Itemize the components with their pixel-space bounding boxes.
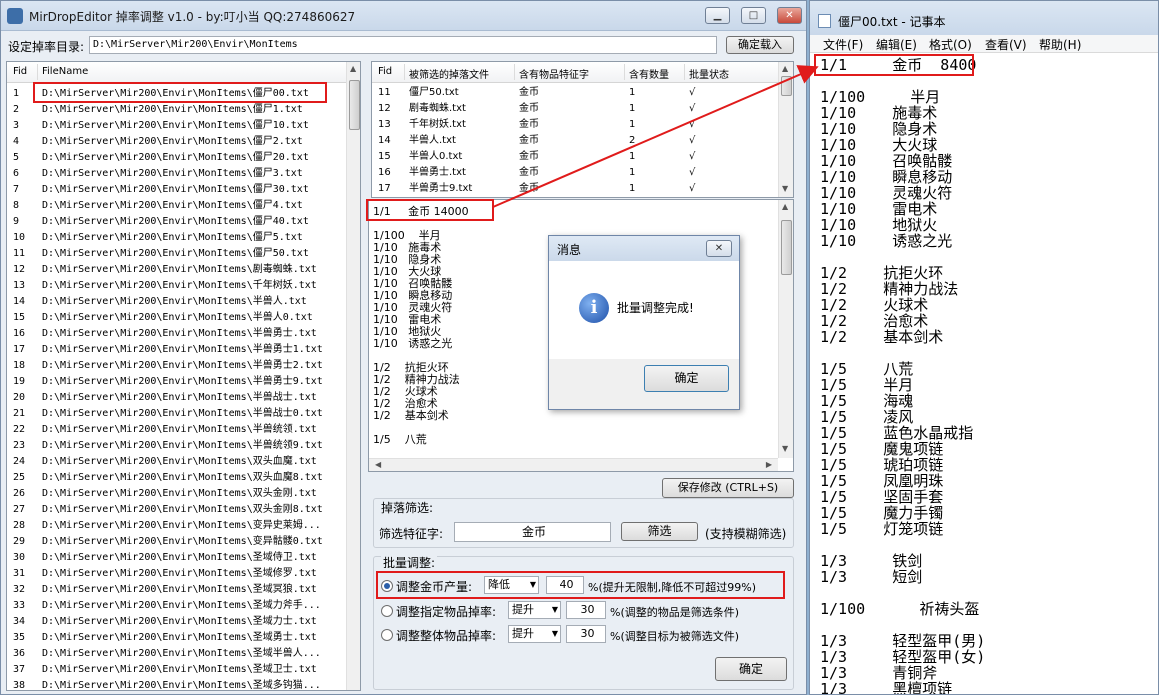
- annotation-arrow: [492, 65, 819, 208]
- arrow-line: [492, 65, 819, 208]
